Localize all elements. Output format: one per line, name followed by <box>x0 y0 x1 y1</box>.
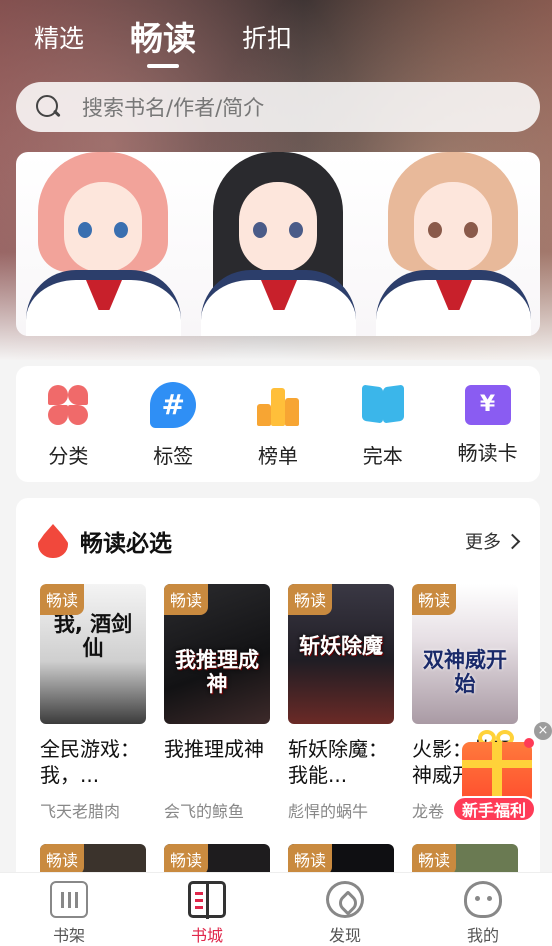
shortcut-label: 榜单 <box>257 444 298 468</box>
bookshelf-icon <box>50 881 88 918</box>
book-badge: 畅读 <box>164 844 209 875</box>
book-author: 会飞的鲸鱼 <box>164 802 245 821</box>
book-list: 畅读 我, 酒剑仙 全民游戏：我，... 飞天老腊肉 畅读 我推理成神 我推理成… <box>40 584 518 822</box>
cover-title: 斩妖除魔 <box>299 634 383 658</box>
banner-figure-left <box>16 152 191 336</box>
book-title: 斩妖除魔：我能... <box>288 737 388 787</box>
nav-bookstore[interactable]: 书城 <box>162 873 252 946</box>
promo-banner[interactable] <box>16 152 540 336</box>
shortcut-label: 标签 <box>153 444 194 468</box>
shortcut-completed[interactable]: 完本 <box>335 382 431 482</box>
compass-icon <box>326 881 364 918</box>
book-badge: 畅读 <box>40 584 85 615</box>
tab-featured[interactable]: 精选 <box>34 14 84 64</box>
notification-dot <box>524 738 534 748</box>
book-badge: 畅读 <box>412 584 457 615</box>
tab-discount[interactable]: 折扣 <box>242 14 292 64</box>
hashtag-icon: # <box>150 382 197 428</box>
search-icon <box>34 93 62 121</box>
flower-icon <box>45 382 91 428</box>
search-placeholder: 搜索书名/作者/简介 <box>82 96 265 120</box>
search-bar[interactable]: 搜索书名/作者/简介 <box>16 82 540 132</box>
more-label: 更多 <box>465 532 501 553</box>
book-title: 全民游戏：我，... <box>40 737 140 787</box>
book-title: 我推理成神 <box>164 737 264 761</box>
recommended-section: 畅读必选 更多 畅读 我, 酒剑仙 全民游戏：我，... 飞天老腊肉 畅读 我推… <box>16 498 540 898</box>
shortcut-label: 完本 <box>362 444 403 468</box>
bottom-navigation: 书架 书城 发现 我的 <box>0 872 552 946</box>
nav-discover[interactable]: 发现 <box>300 873 390 946</box>
banner-figure-right <box>366 152 540 336</box>
nav-label: 书城 <box>190 926 223 945</box>
shortcut-rankings[interactable]: 榜单 <box>230 382 326 482</box>
nav-label: 书架 <box>52 926 85 945</box>
shortcut-categories[interactable]: 分类 <box>20 382 116 482</box>
book-badge: 畅读 <box>288 844 333 875</box>
flame-icon <box>38 524 68 558</box>
ranking-icon <box>255 382 301 428</box>
nav-profile[interactable]: 我的 <box>438 873 528 946</box>
cover-title: 我, 酒剑仙 <box>53 612 133 660</box>
shortcut-vip-card[interactable]: ¥ 畅读卡 <box>440 382 536 482</box>
book-author: 飞天老腊肉 <box>40 802 121 821</box>
more-link[interactable]: 更多 <box>465 528 521 554</box>
shortcut-tags[interactable]: # 标签 <box>125 382 221 482</box>
book-cover: 畅读 双神威开始 <box>412 584 518 724</box>
book-badge: 畅读 <box>288 584 333 615</box>
nav-bookshelf[interactable]: 书架 <box>24 873 114 946</box>
book-item[interactable]: 畅读 我推理成神 我推理成神 会飞的鲸鱼 <box>164 584 270 822</box>
book-badge: 畅读 <box>164 584 209 615</box>
shortcut-label: 畅读卡 <box>457 441 518 465</box>
book-badge: 畅读 <box>412 844 457 875</box>
category-shortcuts: 分类 # 标签 榜单 完本 ¥ 畅读卡 <box>16 366 540 482</box>
book-author: 彪悍的蜗牛 <box>288 802 369 821</box>
top-tab-bar: 精选 畅读 折扣 <box>34 14 292 64</box>
nav-label: 我的 <box>466 926 499 945</box>
chevron-right-icon <box>504 533 521 549</box>
vip-card-icon: ¥ <box>464 385 511 425</box>
cover-title: 双神威开始 <box>423 648 507 696</box>
book-badge: 畅读 <box>40 844 85 875</box>
tab-free-read[interactable]: 畅读 <box>130 14 196 64</box>
book-item[interactable]: 畅读 我, 酒剑仙 全民游戏：我，... 飞天老腊肉 <box>40 584 146 822</box>
banner-figure-center <box>191 152 366 336</box>
book-cover: 畅读 斩妖除魔 <box>288 584 394 724</box>
bookstore-icon <box>188 881 226 919</box>
cover-title: 我推理成神 <box>175 648 259 696</box>
book-cover: 畅读 我推理成神 <box>164 584 270 724</box>
gift-box <box>462 742 532 804</box>
book-item[interactable]: 畅读 斩妖除魔 斩妖除魔：我能... 彪悍的蜗牛 <box>288 584 394 822</box>
close-icon[interactable]: × <box>534 722 552 740</box>
book-icon <box>360 382 406 428</box>
shortcut-label: 分类 <box>48 444 89 468</box>
gift-label: 新手福利 <box>452 796 536 822</box>
section-title: 畅读必选 <box>80 531 172 557</box>
book-cover: 畅读 我, 酒剑仙 <box>40 584 146 724</box>
profile-icon <box>464 881 502 918</box>
nav-label: 发现 <box>328 926 361 945</box>
